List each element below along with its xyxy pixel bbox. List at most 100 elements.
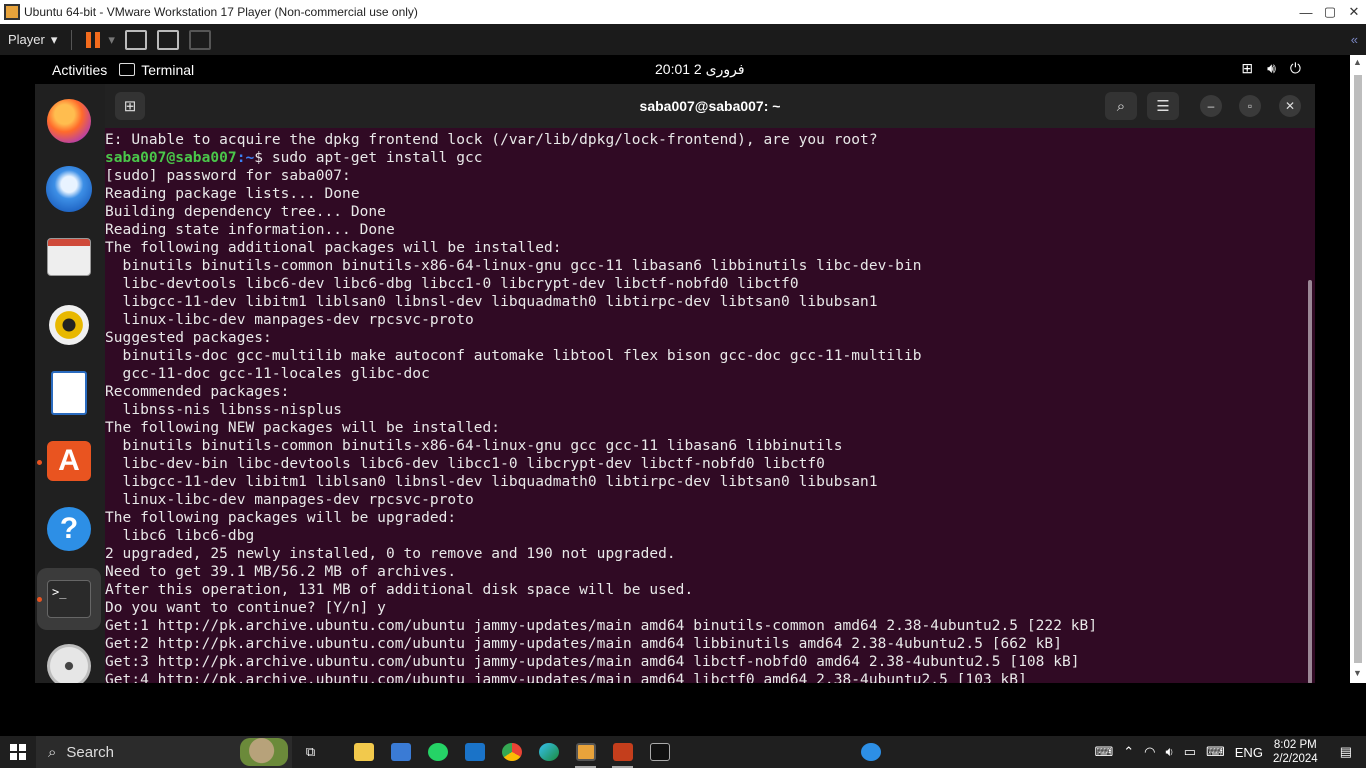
help-icon: ? (47, 507, 91, 551)
toolbar-divider (71, 29, 73, 50)
pause-dropdown-icon[interactable]: ▾ (108, 32, 115, 48)
terminal-line: Suggested packages: (105, 330, 272, 346)
taskbar-clock[interactable]: 8:02 PM 2/2/2024 (1273, 738, 1318, 766)
writer-icon (51, 371, 87, 415)
dock-files[interactable] (45, 233, 93, 281)
network-icon[interactable]: ⊞ (1241, 60, 1253, 77)
notifications-icon[interactable]: ▤ (1340, 744, 1352, 760)
dock-firefox[interactable] (45, 97, 93, 145)
cmd-icon (649, 743, 670, 761)
wifi-icon[interactable]: ◠ (1144, 744, 1155, 760)
task-view-button[interactable]: ⧉ (292, 736, 329, 768)
terminal-line: Do you want to continue? [Y/n] y (105, 600, 386, 616)
help-icon (860, 743, 881, 761)
pause-icon[interactable] (86, 31, 101, 48)
terminal-line: Building dependency tree... Done (105, 204, 386, 220)
taskbar-whatsapp[interactable] (419, 736, 456, 768)
terminal-line: libc-dev-bin libc-devtools libc6-dev lib… (105, 456, 825, 472)
send-ctrl-alt-del-icon[interactable] (124, 29, 147, 50)
whatsapp-icon (427, 743, 448, 761)
taskbar-outlook[interactable] (456, 736, 493, 768)
dock-thunderbird[interactable] (45, 165, 93, 213)
taskbar-cmd[interactable] (641, 736, 678, 768)
prompt-command: $ sudo apt-get install gcc (254, 150, 483, 166)
taskbar-file-explorer[interactable] (345, 736, 382, 768)
dock-disc[interactable] (45, 642, 93, 683)
player-menu[interactable]: Player ▾ (0, 32, 65, 48)
terminal-output[interactable]: E: Unable to acquire the dpkg frontend l… (105, 128, 1305, 683)
volume-icon[interactable]: 🔊︎ (1267, 60, 1276, 77)
terminal-line: E: Unable to acquire the dpkg frontend l… (105, 132, 878, 148)
files-icon (47, 238, 91, 276)
scroll-up-icon[interactable]: ▲ (1353, 57, 1362, 67)
battery-icon[interactable]: ▭ (1184, 744, 1196, 760)
maximize-icon[interactable]: ▫ (1239, 95, 1261, 117)
keyboard-layout-icon[interactable]: ⌨ (1206, 744, 1225, 760)
ubuntu-guest-screen[interactable]: Activities Terminal 20:01 2 فروری ⊞ 🔊︎ ⏻… (35, 55, 1315, 683)
running-indicator (37, 460, 42, 465)
store-icon (390, 743, 411, 761)
volume-icon[interactable]: 🔉︎ (1166, 744, 1174, 760)
terminal-line: Need to get 39.1 MB/56.2 MB of archives. (105, 564, 457, 580)
taskbar-vmware[interactable] (567, 736, 604, 768)
power-icon[interactable]: ⏻ (1290, 60, 1301, 77)
terminal-line: The following packages will be upgraded: (105, 510, 457, 526)
output-after: [sudo] password for saba007: Reading pack… (105, 167, 1305, 683)
collapse-toolbar-icon[interactable]: « (1351, 32, 1366, 47)
dock-rhythmbox[interactable] (45, 301, 93, 349)
taskbar-store[interactable] (382, 736, 419, 768)
dock-ubuntu-software[interactable]: A (45, 437, 93, 485)
taskbar-chrome[interactable] (493, 736, 530, 768)
fullscreen-icon[interactable] (156, 29, 179, 50)
close-icon[interactable]: ✕ (1342, 0, 1366, 24)
terminal-window[interactable]: ⊞ saba007@saba007: ~ ⌕ ☰ – ▫ ✕ E: Unable… (105, 84, 1315, 683)
terminal-icon (119, 63, 136, 76)
dock-writer[interactable] (45, 369, 93, 417)
terminal-line: linux-libc-dev manpages-dev rpcsvc-proto (105, 492, 474, 508)
terminal-header-bar: ⊞ saba007@saba007: ~ ⌕ ☰ – ▫ ✕ (105, 84, 1315, 128)
dock-terminal[interactable]: >_ (37, 568, 101, 630)
keyboard-icon[interactable]: ⌨ (1094, 744, 1113, 760)
chrome-icon (501, 743, 522, 761)
scroll-thumb[interactable] (1354, 75, 1362, 663)
firefox-icon (47, 99, 91, 143)
language-indicator[interactable]: ENG (1235, 745, 1263, 760)
terminal-line: 2 upgraded, 25 newly installed, 0 to rem… (105, 546, 676, 562)
taskbar-search[interactable]: ⌕ Search (36, 736, 292, 768)
taskbar-edge[interactable] (530, 736, 567, 768)
app-menu[interactable]: Terminal (119, 62, 194, 78)
scroll-down-icon[interactable]: ▼ (1353, 668, 1362, 678)
maximize-icon[interactable]: ▢ (1318, 0, 1342, 24)
system-tray: ⌨ ⌃ ◠ 🔉︎ ▭ ⌨ ENG 8:02 PM 2/2/2024 ▤ (1094, 736, 1366, 768)
close-icon[interactable]: ✕ (1279, 95, 1301, 117)
vmware-scrollbar[interactable]: ▲ ▼ (1350, 55, 1366, 683)
clock[interactable]: 20:01 2 فروری (655, 61, 745, 78)
minimize-icon[interactable]: — (1294, 0, 1318, 24)
terminal-line: Get:2 http://pk.archive.ubuntu.com/ubunt… (105, 636, 1062, 652)
dock-help[interactable]: ? (45, 505, 93, 553)
taskbar-powerpoint[interactable] (604, 736, 641, 768)
system-tray[interactable]: ⊞ 🔊︎ ⏻ (1241, 60, 1301, 77)
edge-icon (538, 743, 559, 761)
software-store-icon: A (47, 441, 91, 481)
terminal-line: binutils binutils-common binutils-x86-64… (105, 258, 922, 274)
outlook-icon (464, 743, 485, 761)
search-icon[interactable]: ⌕ (1105, 92, 1137, 120)
terminal-line: The following additional packages will b… (105, 240, 562, 256)
terminal-scrollbar[interactable] (1308, 280, 1312, 683)
start-button[interactable] (0, 736, 36, 768)
terminal-line: The following NEW packages will be insta… (105, 420, 501, 436)
vmware-toolbar: Player ▾ ▾ « (0, 24, 1366, 55)
hamburger-menu-icon[interactable]: ☰ (1147, 92, 1179, 120)
activities-button[interactable]: Activities (35, 62, 119, 78)
chevron-up-icon[interactable]: ⌃ (1123, 744, 1134, 760)
prompt-user: saba007@saba007 (105, 150, 237, 166)
rhythmbox-icon (49, 305, 89, 345)
vmware-icon (575, 743, 596, 761)
thunderbird-icon (46, 166, 92, 212)
chevron-down-icon: ▾ (50, 31, 58, 47)
taskbar-help[interactable] (852, 736, 889, 768)
terminal-line: [sudo] password for saba007: (105, 168, 351, 184)
minimize-icon[interactable]: – (1200, 95, 1222, 117)
terminal-line: libgcc-11-dev libitm1 liblsan0 libnsl-de… (105, 294, 878, 310)
